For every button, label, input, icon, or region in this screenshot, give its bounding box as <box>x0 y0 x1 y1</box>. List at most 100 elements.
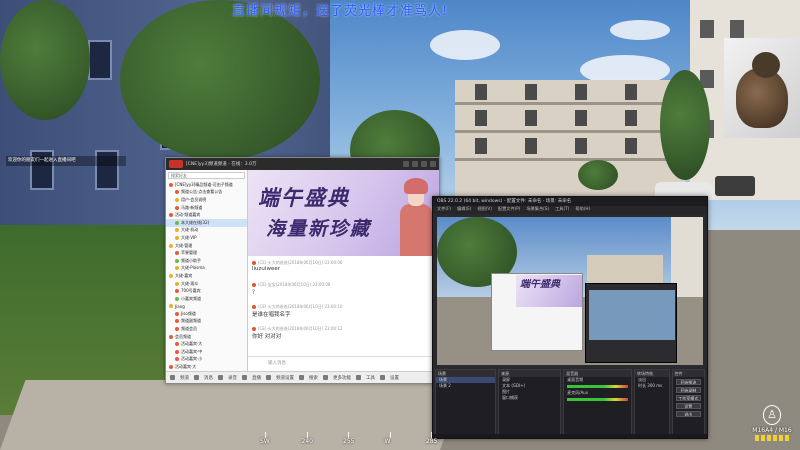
volume-meter[interactable] <box>567 385 629 388</box>
obs-menu-item[interactable]: 工具(T) <box>555 206 569 214</box>
obs-menu-item[interactable]: 视图(V) <box>477 206 492 214</box>
channel-tree-item[interactable]: Jiang <box>166 303 247 311</box>
obs-title-bar[interactable]: OBS 22.0.2 (64 bit, windows) - 配置文件: 未命名… <box>433 197 707 206</box>
channel-tree[interactable]: 搜索好友 [CNE]yy3]精品频道-可由子频道 频道公告·点击查看公告 用户·会员… <box>166 170 248 371</box>
user-icon <box>252 305 256 309</box>
channel-tree-item[interactable]: 700号嘉宾 <box>166 287 247 295</box>
channel-tree-item[interactable]: 频道会员 <box>166 325 247 333</box>
channel-tree-item[interactable]: 苹果管理 <box>166 249 247 257</box>
user-status-icon <box>169 213 173 218</box>
toolbar-item[interactable]: 直播 <box>252 375 261 381</box>
settings-icon[interactable] <box>403 161 409 167</box>
channel-tree-item[interactable]: 活动嘉宾·小 <box>166 356 247 364</box>
toolbar-icon[interactable] <box>218 375 223 380</box>
user-status-icon <box>169 243 173 248</box>
toolbar-icon[interactable] <box>356 375 361 380</box>
toolbar-icon[interactable] <box>323 375 328 380</box>
channel-tree-item[interactable]: 大佬·观众 <box>166 280 247 288</box>
promo-banner[interactable]: 端午盛典 海量新珍藏 <box>248 170 439 256</box>
channel-tree-label: 大佬·嘉宾 <box>175 272 193 278</box>
toolbar-item[interactable]: 消息 <box>204 375 213 381</box>
weapon-name: M16A4 / M16 <box>752 427 792 434</box>
channel-tree-item[interactable]: 活动嘉宾·大 <box>166 340 247 348</box>
toolbar-item[interactable]: 频道设置 <box>276 375 294 381</box>
apartment-building-center <box>455 80 685 200</box>
notice-text: 欢迎你的朋友们一起进入直播间吧 <box>6 156 126 166</box>
banner-title: 端午盛典 <box>258 185 350 210</box>
user-status-icon <box>175 220 179 225</box>
toolbar-item[interactable]: 设置 <box>390 375 399 381</box>
chat-bottom-toolbar[interactable]: 频道 消息 录音 直播 频道设置 搜索 更多功能 工具 设置 <box>166 371 439 383</box>
obs-preview-canvas[interactable]: 端午盛典 <box>437 217 703 365</box>
channel-tree-item[interactable]: 大佬·Plasma <box>166 265 247 273</box>
obs-menu-item[interactable]: 文件(F) <box>437 206 451 214</box>
toolbar-icon[interactable] <box>299 375 304 380</box>
scene-item[interactable]: 场景 2 <box>436 383 495 389</box>
mixer-dock[interactable]: 混音器 桌面音频 麦克风/Aux <box>563 369 633 438</box>
channel-tree-item[interactable]: 频道公告·点击查看公告 <box>166 189 247 197</box>
channel-tree-item[interactable]: 频道小助手 <box>166 257 247 265</box>
sources-dock[interactable]: 来源 录屏 文本 (GDI+) 图片 窗口捕获 <box>498 369 562 438</box>
toolbar-item[interactable]: 频道 <box>180 375 189 381</box>
chat-title-bar[interactable]: [CNE]yy3]频道频道 - 在线：3.0万 <box>166 158 439 170</box>
channel-tree-label: 会员频道 <box>175 333 191 339</box>
source-item[interactable]: 窗口捕获 <box>499 395 560 401</box>
user-status-icon <box>175 349 179 354</box>
channel-tree-item[interactable]: 大佬·VIP <box>166 234 247 242</box>
obs-menu-item[interactable]: 帮助(H) <box>575 206 590 214</box>
user-status-icon <box>175 258 179 263</box>
obs-menu-item[interactable]: 编辑(E) <box>457 206 471 214</box>
maximize-icon[interactable] <box>421 161 427 167</box>
toolbar-icon[interactable] <box>242 375 247 380</box>
close-icon[interactable] <box>430 161 436 167</box>
mixer-channel-label: 麦克风/Aux <box>567 390 589 395</box>
message-item: (CE)·火大的爸爸(2018年06月10日) 23:00:10 是谁在唱我名字 <box>252 304 432 318</box>
channel-tree-item[interactable]: 大佬·机动 <box>166 227 247 235</box>
toolbar-icon[interactable] <box>170 375 175 380</box>
channel-tree-item[interactable]: Jiso频道 <box>166 310 247 318</box>
compass-label: 285 <box>426 438 438 445</box>
message-list[interactable]: (CE)·火大的爸爸(2018年06月10日) 23:00:06 liuzuiw… <box>248 256 439 356</box>
user-status-icon <box>175 281 179 286</box>
channel-tree-item[interactable]: 活动嘉宾·中 <box>166 348 247 356</box>
obs-menu-item[interactable]: 配置文件(P) <box>498 206 521 214</box>
message-input[interactable]: 输入消息 <box>248 356 439 371</box>
start-recording-button[interactable]: 开始录制 <box>675 387 701 393</box>
toolbar-icon[interactable] <box>194 375 199 380</box>
channel-tree-item[interactable]: 小嘉宾频道 <box>166 295 247 303</box>
channel-tree-item[interactable]: 会员频道 <box>166 333 247 341</box>
voice-chat-window[interactable]: [CNE]yy3]频道频道 - 在线：3.0万 搜索好友 [CNE]yy3]精品… <box>165 157 440 384</box>
channel-tree-item[interactable]: 本大佬在线(32) <box>166 218 247 227</box>
tree <box>660 70 710 180</box>
toolbar-icon[interactable] <box>266 375 271 380</box>
minimize-icon[interactable] <box>412 161 418 167</box>
volume-meter[interactable] <box>567 398 629 401</box>
tree-search-input[interactable]: 搜索好友 <box>168 172 245 179</box>
channel-tree-item[interactable]: 活动·频道嘉宾 <box>166 211 247 219</box>
obs-menu-bar[interactable]: 文件(F) 编辑(E) 视图(V) 配置文件(P) 场景集合(S) 工具(T) 帮助(H) <box>433 206 707 214</box>
channel-tree-item[interactable]: 马路·新频道 <box>166 204 247 212</box>
toolbar-item[interactable]: 搜索 <box>309 375 318 381</box>
channel-tree-item[interactable]: 用户·会员说明 <box>166 196 247 204</box>
channel-tree-item[interactable]: 大佬·嘉宾 <box>166 272 247 280</box>
toolbar-icon[interactable] <box>380 375 385 380</box>
channel-tree-item[interactable]: 活动嘉宾·大 <box>166 363 247 371</box>
settings-button[interactable]: 设置 <box>675 403 701 409</box>
channel-tree-label: Jiang <box>175 303 185 309</box>
channel-tree-item[interactable]: 频道副频道 <box>166 318 247 326</box>
transition-duration[interactable]: 时长 300 ms <box>635 383 668 389</box>
exit-button[interactable]: 退出 <box>675 411 701 417</box>
channel-tree-item[interactable]: [CNE]yy3]精品频道-可由子频道 <box>166 181 247 189</box>
toolbar-item[interactable]: 工具 <box>366 375 375 381</box>
start-streaming-button[interactable]: 开始推流 <box>675 379 701 385</box>
channel-tree-item[interactable]: 大佬·管理 <box>166 242 247 250</box>
toolbar-item[interactable]: 录音 <box>228 375 237 381</box>
transitions-dock[interactable]: 转场特效 淡出 时长 300 ms <box>634 369 670 438</box>
controls-dock[interactable]: 控件 开始推流 开始录制 工作室模式 设置 退出 <box>671 369 705 438</box>
studio-mode-button[interactable]: 工作室模式 <box>675 395 701 401</box>
parked-car-dark <box>715 176 755 196</box>
obs-docks[interactable]: 场景 场景 场景 2 来源 录屏 文本 (GDI+) 图片 窗口捕获 混音器 桌… <box>433 369 707 438</box>
toolbar-item[interactable]: 更多功能 <box>333 375 351 381</box>
obs-menu-item[interactable]: 场景集合(S) <box>526 206 549 214</box>
obs-studio-window[interactable]: OBS 22.0.2 (64 bit, windows) - 配置文件: 未命名… <box>432 196 708 439</box>
